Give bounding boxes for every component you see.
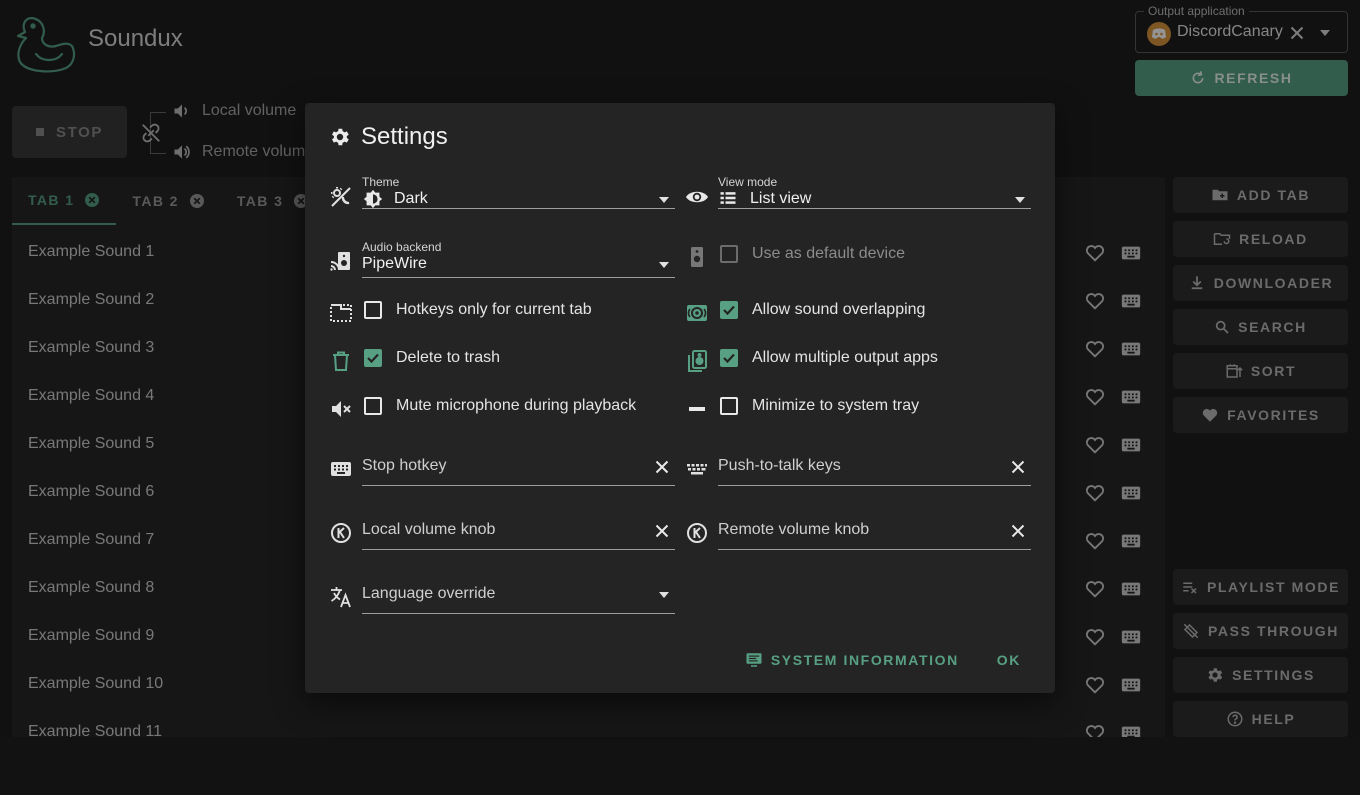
- allow-multiple-outputs-label: Allow multiple output apps: [752, 349, 938, 366]
- language-override-select[interactable]: Language override: [362, 578, 675, 614]
- tab-outline-icon: [329, 301, 353, 325]
- dialog-title-text: Settings: [361, 123, 448, 150]
- keyboard-variant-icon: [685, 457, 709, 481]
- chevron-down-icon: [657, 258, 671, 272]
- brightness-icon: [362, 188, 384, 210]
- mute-mic-label: Mute microphone during playback: [396, 397, 637, 414]
- system-information-label: SYSTEM INFORMATION: [770, 652, 959, 668]
- delete-to-trash-checkbox[interactable]: Delete to trash: [364, 349, 500, 367]
- settings-dialog: Settings Theme Dark View mode List view …: [305, 103, 1055, 693]
- use-default-device-checkbox[interactable]: Use as default device: [720, 245, 905, 263]
- mute-mic-checkbox[interactable]: Mute microphone during playback: [364, 397, 636, 415]
- gear-icon: [332, 128, 349, 146]
- language-override-placeholder: Language override: [362, 585, 496, 602]
- view-mode-value: List view: [750, 190, 812, 207]
- allow-overlapping-label: Allow sound overlapping: [752, 301, 926, 318]
- checkbox-box: [720, 397, 738, 415]
- checkbox-box: [720, 301, 738, 319]
- allow-overlapping-checkbox[interactable]: Allow sound overlapping: [720, 301, 925, 319]
- remote-volume-knob-placeholder: Remote volume knob: [718, 521, 870, 538]
- theme-light-dark-icon: [329, 185, 353, 209]
- minimize-icon: [685, 397, 709, 421]
- view-mode-select[interactable]: View mode List view: [718, 169, 1031, 209]
- clear-icon[interactable]: [651, 520, 673, 542]
- knob-icon: [329, 521, 353, 545]
- cast-audio-icon: [329, 249, 353, 273]
- trash-icon: [329, 349, 353, 373]
- chevron-down-icon: [657, 193, 671, 207]
- use-default-device-label: Use as default device: [752, 245, 905, 262]
- chevron-down-icon: [1013, 193, 1027, 207]
- system-information-button[interactable]: SYSTEM INFORMATION: [735, 643, 969, 677]
- view-mode-label: View mode: [718, 175, 778, 189]
- hotkeys-current-tab-label: Hotkeys only for current tab: [396, 301, 592, 318]
- speaker-device-icon: [685, 245, 709, 269]
- hotkeys-current-tab-checkbox[interactable]: Hotkeys only for current tab: [364, 301, 592, 319]
- local-volume-knob-field[interactable]: Local volume knob: [362, 514, 675, 550]
- ok-button[interactable]: OK: [987, 644, 1031, 676]
- dialog-actions: SYSTEM INFORMATION OK: [735, 643, 1031, 677]
- window-bottom-area: [0, 737, 1360, 795]
- knob-icon: [685, 521, 709, 545]
- speaker-multiple-icon: [685, 349, 709, 373]
- clear-icon[interactable]: [1007, 456, 1029, 478]
- translate-icon: [329, 585, 353, 609]
- audio-backend-select[interactable]: Audio backend PipeWire: [362, 234, 675, 278]
- list-view-icon: [718, 188, 738, 208]
- clear-icon[interactable]: [651, 456, 673, 478]
- chevron-down-icon: [657, 588, 671, 602]
- check-icon: [367, 353, 379, 364]
- local-volume-knob-placeholder: Local volume knob: [362, 521, 496, 538]
- stop-hotkey-field[interactable]: Stop hotkey: [362, 450, 675, 486]
- eye-icon: [685, 185, 709, 209]
- minimize-tray-checkbox[interactable]: Minimize to system tray: [720, 397, 919, 415]
- dialog-title: Settings: [329, 123, 448, 151]
- stop-hotkey-placeholder: Stop hotkey: [362, 457, 447, 474]
- audio-backend-label: Audio backend: [362, 240, 442, 254]
- checkbox-box: [720, 245, 738, 263]
- delete-to-trash-label: Delete to trash: [396, 349, 501, 366]
- remote-volume-knob-field[interactable]: Remote volume knob: [718, 514, 1031, 550]
- ok-label: OK: [996, 652, 1021, 668]
- check-icon: [723, 305, 735, 316]
- clear-icon[interactable]: [1007, 520, 1029, 542]
- keyboard-icon: [329, 457, 353, 481]
- volume-off-icon: [329, 397, 353, 421]
- checkbox-box: [720, 349, 738, 367]
- checkbox-box: [364, 349, 382, 367]
- theme-label: Theme: [362, 175, 400, 189]
- theme-select[interactable]: Theme Dark: [362, 169, 675, 209]
- minimize-tray-label: Minimize to system tray: [752, 397, 920, 414]
- allow-multiple-outputs-checkbox[interactable]: Allow multiple output apps: [720, 349, 938, 367]
- monitor-icon: [746, 653, 762, 667]
- push-to-talk-placeholder: Push-to-talk keys: [718, 457, 841, 474]
- audio-backend-value: PipeWire: [362, 255, 427, 272]
- check-icon: [723, 353, 735, 364]
- push-to-talk-field[interactable]: Push-to-talk keys: [718, 450, 1031, 486]
- theme-value: Dark: [394, 190, 428, 207]
- checkbox-box: [364, 301, 382, 319]
- checkbox-box: [364, 397, 382, 415]
- surround-sound-icon: [685, 301, 709, 325]
